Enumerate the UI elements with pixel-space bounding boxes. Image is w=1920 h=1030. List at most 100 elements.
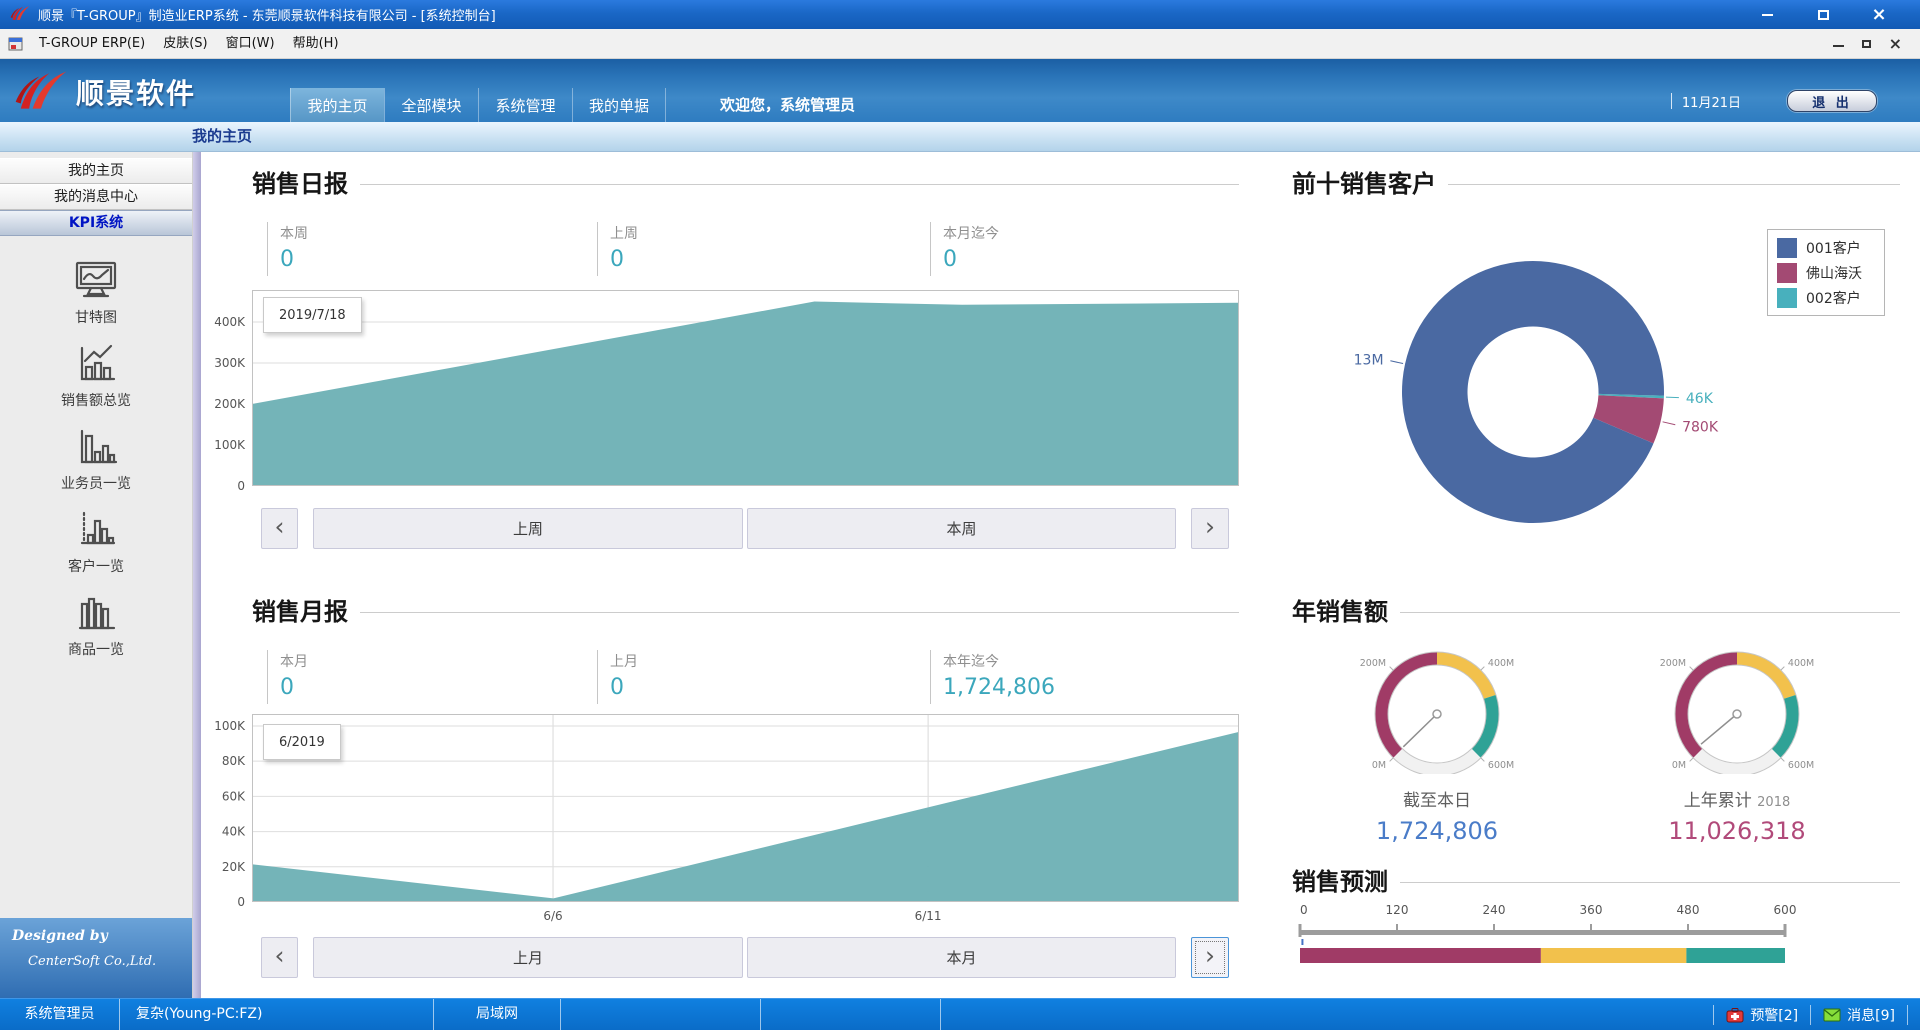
gantt-chart-icon (0, 260, 192, 304)
legend-item[interactable]: 001客户 (1772, 235, 1880, 260)
last-week-button[interactable]: 上周 (313, 508, 743, 549)
svg-text:6/11: 6/11 (915, 909, 942, 923)
header-tab[interactable]: 系统管理 (478, 88, 572, 122)
svg-text:300K: 300K (214, 356, 246, 370)
menu-item-0[interactable]: T-GROUP ERP(E) (30, 33, 154, 55)
gauge-last-year: 0M200M400M600M 上年累计 2018 11,026,318 (1642, 642, 1832, 845)
messages-badge[interactable]: 消息[9] (1847, 1005, 1895, 1025)
stat-label: 本月迄今 (943, 223, 1239, 243)
menu-item-3[interactable]: 帮助(H) (284, 33, 348, 55)
daily-chart-tooltip: 2019/7/18 (263, 297, 362, 333)
subtab-my-home[interactable]: 我的主页 (192, 122, 252, 151)
date-separator (1671, 93, 1672, 109)
forecast-title: 销售预测 (1292, 862, 1900, 897)
stat-value: 0 (280, 247, 597, 272)
this-month-button[interactable]: 本月 (747, 937, 1176, 978)
sidebar-tool[interactable]: 客户一览 (0, 509, 192, 576)
svg-text:46K: 46K (1686, 391, 1714, 407)
maximize-icon[interactable] (1810, 6, 1836, 24)
top-customers-donut-chart: 46K780K13M (1300, 245, 1790, 549)
title-rule (1400, 612, 1900, 613)
svg-text:0: 0 (1300, 903, 1308, 917)
gauge-today-label: 截至本日 (1342, 786, 1532, 811)
menu-bar: T-GROUP ERP(E)皮肤(S)窗口(W)帮助(H) × (0, 29, 1920, 59)
next-week-button[interactable]: › (1191, 508, 1229, 549)
sidebar-splitter[interactable] (193, 152, 201, 998)
menu-item-2[interactable]: 窗口(W) (217, 33, 284, 55)
legend-item[interactable]: 佛山海沃 (1772, 260, 1880, 285)
app-header: 顺景软件 我的主页全部模块系统管理我的单据 欢迎您，系统管理员 11月21日 退… (0, 59, 1920, 122)
mdi-minimize-icon[interactable] (1833, 36, 1844, 51)
sidebar-item[interactable]: 我的主页 (0, 158, 192, 184)
svg-text:120: 120 (1386, 903, 1409, 917)
title-rule (360, 612, 1239, 613)
stat-value: 0 (610, 675, 930, 700)
minimize-icon[interactable] (1754, 6, 1780, 24)
close-icon[interactable]: × (1866, 6, 1892, 24)
gauge-last-year-label: 上年累计 2018 (1642, 786, 1832, 811)
stat-value: 1,724,806 (943, 675, 1239, 700)
svg-text:400K: 400K (214, 315, 246, 329)
svg-text:0: 0 (237, 479, 245, 490)
title-rule (1400, 882, 1900, 883)
status-cell: 局域网 (434, 999, 561, 1030)
prev-week-button[interactable]: ‹ (261, 508, 298, 549)
designed-by-text: Designed by (12, 928, 192, 944)
customer-overview-icon (0, 509, 192, 553)
header-tab[interactable]: 全部模块 (384, 88, 478, 122)
sidebar-item[interactable]: KPI系统 (0, 210, 192, 236)
svg-text:240: 240 (1483, 903, 1506, 917)
gauge-today-value: 1,724,806 (1342, 817, 1532, 845)
svg-text:600M: 600M (1488, 760, 1514, 771)
legend-swatch (1777, 238, 1797, 258)
svg-text:80K: 80K (222, 754, 246, 768)
sidebar-tool[interactable]: 业务员一览 (0, 426, 192, 493)
sidebar-tool[interactable]: 甘特图 (0, 260, 192, 327)
salesman-overview-icon (0, 426, 192, 470)
svg-text:40K: 40K (222, 825, 246, 839)
sidebar-tool-label: 销售额总览 (0, 390, 192, 410)
message-icon (1823, 1008, 1841, 1022)
svg-text:100K: 100K (214, 438, 246, 452)
sidebar-nav: 我的主页我的消息中心KPI系统 (0, 152, 192, 236)
mdi-restore-icon[interactable] (1862, 40, 1871, 48)
monthly-chart-tooltip: 6/2019 (263, 724, 341, 760)
stat-value: 0 (943, 247, 1239, 272)
monthly-stats-row: 本月0上月0本年迄今1,724,806 (267, 650, 1239, 704)
alerts-badge[interactable]: 预警[2] (1750, 1005, 1798, 1025)
this-week-button[interactable]: 本周 (747, 508, 1176, 549)
svg-text:0M: 0M (1372, 760, 1386, 771)
sidebar-tool-label: 甘特图 (0, 307, 192, 327)
sidebar-tool[interactable]: 销售额总览 (0, 343, 192, 410)
app-logo-icon (10, 4, 30, 26)
annual-sales-title: 年销售额 (1292, 592, 1900, 627)
header-tab[interactable]: 我的单据 (572, 88, 666, 122)
sidebar-tool[interactable]: 商品一览 (0, 592, 192, 659)
vendor-text: CenterSoft Co.,Ltd. (28, 954, 192, 969)
erp-window: 顺景『T-GROUP』制造业ERP系统 - 东莞顺景软件科技有限公司 - [系统… (0, 0, 1920, 1030)
legend-item[interactable]: 002客户 (1772, 285, 1880, 310)
stat: 上周0 (597, 222, 930, 276)
mdi-close-icon[interactable]: × (1889, 34, 1902, 53)
status-right: 预警[2] 消息[9] (1701, 999, 1920, 1030)
last-month-button[interactable]: 上月 (313, 937, 743, 978)
gauge-today: 0M200M400M600M 截至本日 1,724,806 (1342, 642, 1532, 845)
sidebar-tool-label: 业务员一览 (0, 473, 192, 493)
header-tab[interactable]: 我的主页 (290, 88, 384, 122)
alert-icon (1726, 1007, 1744, 1023)
next-month-button[interactable]: › (1191, 937, 1229, 978)
status-bar: 系统管理员复杂(Young-PC:FZ)局域网 预警[2] 消息[9] (0, 998, 1920, 1030)
gauge-last-year-value: 11,026,318 (1642, 817, 1832, 845)
mdi-controls: × (1833, 34, 1912, 53)
logout-button[interactable]: 退 出 (1787, 90, 1877, 112)
svg-text:60K: 60K (222, 789, 246, 803)
brand: 顺景软件 (14, 67, 196, 117)
svg-text:600: 600 (1774, 903, 1797, 917)
svg-text:13M: 13M (1354, 352, 1384, 368)
stat: 本周0 (267, 222, 597, 276)
prev-month-button[interactable]: ‹ (261, 937, 298, 978)
top-customers-title: 前十销售客户 (1292, 164, 1900, 199)
menu-item-1[interactable]: 皮肤(S) (154, 33, 216, 55)
stat: 上月0 (597, 650, 930, 704)
sidebar-item[interactable]: 我的消息中心 (0, 184, 192, 210)
